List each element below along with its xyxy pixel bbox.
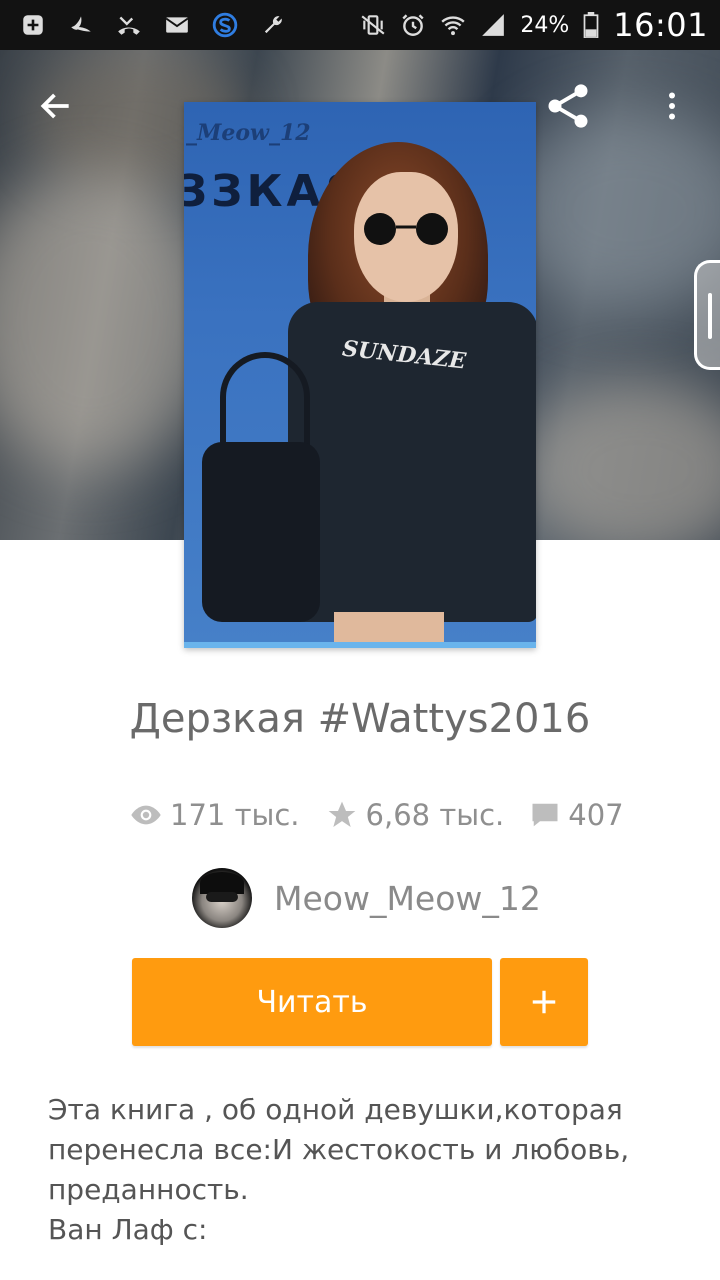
more-vert-icon	[669, 92, 675, 120]
system-icons: 24% 16:01	[360, 6, 708, 44]
mail-icon	[165, 17, 189, 33]
eye-icon	[131, 805, 161, 825]
comments-count: 407	[568, 798, 624, 832]
status-bar: 24% 16:01	[0, 0, 720, 50]
votes-stat: 6,68 тыс.	[326, 798, 505, 832]
comment-icon	[532, 803, 558, 827]
description-line: Эта книга , об одной девушки,которая	[48, 1093, 623, 1126]
author-row[interactable]: Meow_Meow_12	[192, 868, 541, 928]
plus-icon	[532, 990, 556, 1014]
description-line: перенесла все:И жестокость и любовь,	[48, 1133, 630, 1166]
notification-icons	[20, 12, 286, 38]
read-button[interactable]: Читать	[132, 958, 492, 1046]
votes-count: 6,68 тыс.	[365, 798, 505, 832]
vibrate-mute-icon	[361, 15, 385, 35]
more-options-button[interactable]	[644, 78, 700, 134]
cover-author-text: _Meow_12	[186, 120, 311, 146]
description-line: Ван Лаф с:	[48, 1213, 208, 1246]
description-line: преданность.	[48, 1173, 249, 1206]
sunglasses-illustration	[364, 213, 448, 245]
alarm-icon	[402, 14, 424, 36]
reads-stat: 171 тыс.	[130, 798, 300, 832]
author-name[interactable]: Meow_Meow_12	[274, 879, 541, 918]
add-box-icon	[23, 15, 43, 35]
battery-icon	[583, 12, 599, 38]
clock: 16:01	[613, 6, 708, 44]
wrench-icon	[264, 16, 282, 34]
book-title: Дерзкая #Wattys2016	[129, 696, 591, 742]
side-drawer-handle[interactable]	[694, 260, 720, 370]
book-cover[interactable]: _Meow_12 ЗЗКАЯ SUNDAZE	[184, 102, 536, 648]
add-to-library-button[interactable]	[500, 958, 588, 1046]
story-stats: 171 тыс. 6,68 тыс. 407	[130, 798, 624, 832]
comments-stat: 407	[530, 798, 624, 832]
arrow-left-icon	[40, 93, 69, 119]
skype-s-icon	[212, 12, 238, 38]
missed-call-icon	[118, 16, 140, 35]
avatar[interactable]	[192, 868, 252, 928]
signal-icon	[482, 14, 505, 36]
wifi-icon	[441, 16, 466, 36]
book-description: Эта книга , об одной девушки,которая пер…	[48, 1090, 688, 1250]
share-button[interactable]	[540, 78, 596, 134]
battery-percent: 24%	[520, 12, 570, 38]
star-icon	[328, 801, 355, 827]
share-icon	[548, 84, 588, 128]
reads-count: 171 тыс.	[170, 798, 300, 832]
swallow-icon	[71, 16, 91, 32]
back-button[interactable]	[28, 78, 84, 134]
